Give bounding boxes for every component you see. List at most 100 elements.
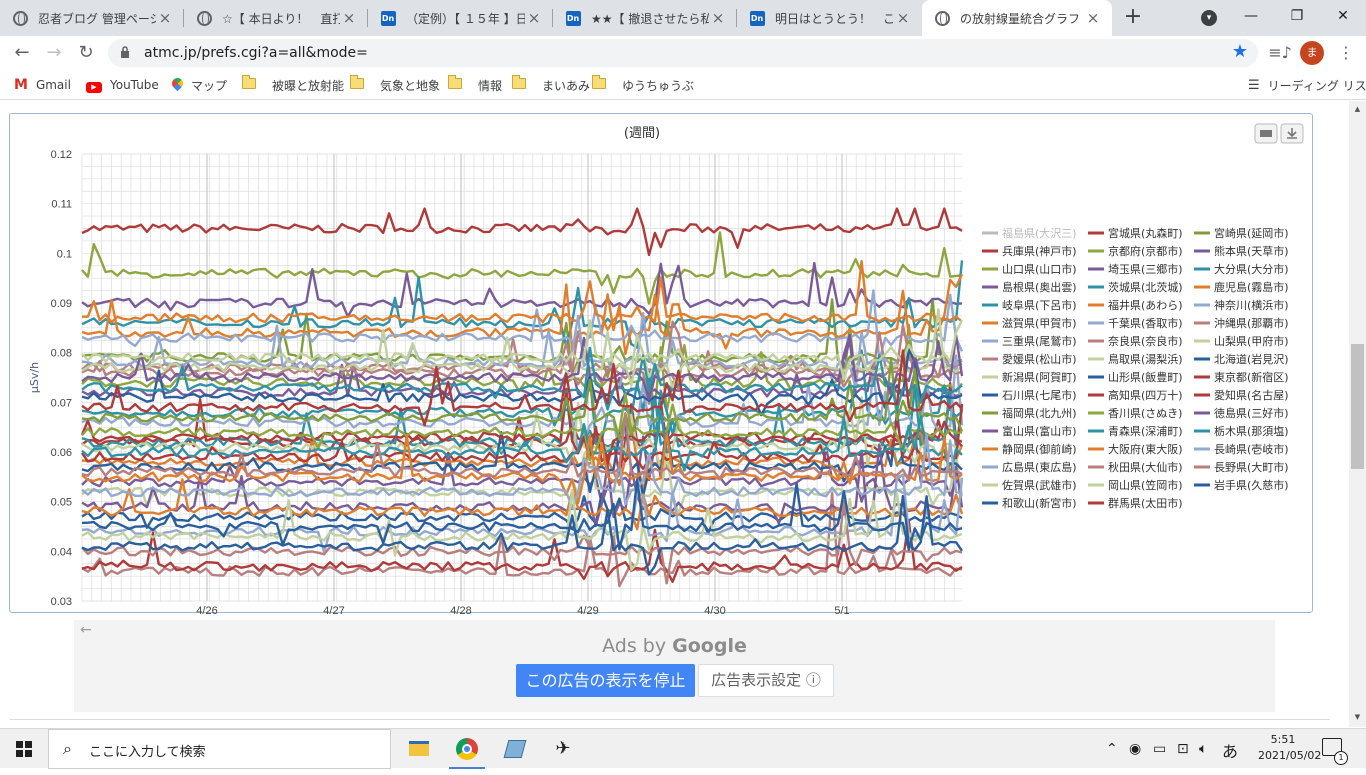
- legend-item[interactable]: 大分県(大分市): [1214, 262, 1289, 276]
- legend-item[interactable]: 香川県(さぬき): [1108, 407, 1182, 420]
- legend-item[interactable]: 和歌山(新宮市): [1002, 496, 1077, 510]
- tab-search-button[interactable]: ▾: [1186, 0, 1232, 32]
- legend-item[interactable]: 鳥取県(湯梨浜): [1108, 352, 1183, 366]
- clock[interactable]: 5:51 2021/05/02: [1258, 732, 1321, 764]
- back-button[interactable]: ←: [8, 39, 36, 67]
- address-bar[interactable]: atmc.jp/prefs.cgi?a=all&mode= ★: [108, 39, 1258, 67]
- legend-item[interactable]: 新潟県(阿賀町): [1002, 370, 1077, 384]
- restore-button[interactable]: ❐: [1274, 0, 1320, 32]
- bookmark-item[interactable]: M Gmail: [14, 76, 71, 94]
- legend-item[interactable]: 福島県(大沢三): [1002, 226, 1077, 240]
- legend-item[interactable]: 茨城県(北茨城): [1108, 280, 1183, 294]
- legend-item[interactable]: 岩手県(久慈市): [1214, 478, 1289, 492]
- close-tab-icon[interactable]: ×: [709, 9, 727, 27]
- legend-item[interactable]: 愛媛県(松山市): [1002, 352, 1077, 366]
- legend-item[interactable]: 青森県(深浦町): [1108, 424, 1183, 438]
- legend-item[interactable]: 広島県(東広島): [1002, 460, 1077, 474]
- legend-item[interactable]: 鹿児島(霧島市): [1214, 280, 1289, 294]
- reading-list-button[interactable]: ☰ リーディング リスト: [1248, 76, 1366, 94]
- legend-item[interactable]: 三重県(尾鷲市): [1002, 334, 1077, 348]
- legend-item[interactable]: 神奈川(横浜市): [1214, 298, 1289, 312]
- legend-item[interactable]: 高知県(四万十): [1108, 388, 1183, 402]
- legend-item[interactable]: 栃木県(那須塩): [1214, 424, 1289, 438]
- new-tab-button[interactable]: +: [1119, 4, 1147, 32]
- network-icon[interactable]: ⊡: [1177, 741, 1189, 757]
- legend-item[interactable]: 佐賀県(武雄市): [1002, 478, 1077, 492]
- legend-item[interactable]: 長崎県(壱岐市): [1214, 442, 1289, 456]
- legend-item[interactable]: 東京都(新宿区): [1214, 370, 1289, 384]
- browser-tab[interactable]: ☆【 本日より！ 直打ち×: [184, 0, 368, 36]
- legend-item[interactable]: 長野県(大町市): [1214, 460, 1289, 474]
- browser-tab[interactable]: Dn 明日はとうとう！ この際×: [737, 0, 922, 36]
- legend-item[interactable]: 熊本県(天草市): [1214, 244, 1289, 258]
- airplane-app-icon[interactable]: ✈: [539, 729, 587, 769]
- legend-item[interactable]: 宮崎県(延岡市): [1214, 226, 1289, 240]
- scroll-down-arrow-icon[interactable]: ▼: [1353, 713, 1362, 721]
- bookmark-item[interactable]: ▶ YouTube: [86, 76, 159, 94]
- profile-avatar[interactable]: ま: [1300, 41, 1324, 65]
- legend-item[interactable]: 大阪府(東大阪): [1108, 442, 1183, 456]
- close-window-button[interactable]: ✕: [1320, 0, 1366, 32]
- bookmark-item[interactable]: マップ: [169, 75, 227, 94]
- ad-settings-button[interactable]: 広告表示設定 ⓘ: [698, 664, 834, 697]
- bookmark-item[interactable]: まいあみ: [510, 75, 590, 94]
- chrome-taskbar-icon[interactable]: [443, 729, 491, 769]
- scroll-up-arrow-icon[interactable]: ▲: [1353, 105, 1362, 113]
- close-tab-icon[interactable]: ×: [1084, 9, 1102, 27]
- legend-item[interactable]: 兵庫県(神戸市): [1002, 244, 1077, 258]
- tray-overflow-icon[interactable]: ⌃: [1106, 741, 1118, 757]
- close-tab-icon[interactable]: ×: [525, 9, 543, 27]
- legend-item[interactable]: 山形県(飯豊町): [1108, 370, 1183, 384]
- legend-item[interactable]: 京都府(京都市): [1108, 244, 1183, 258]
- legend-item[interactable]: 岐阜県(下呂市): [1002, 298, 1077, 312]
- close-tab-icon[interactable]: ×: [894, 9, 912, 27]
- page-scrollbar[interactable]: ▲ ▼: [1349, 101, 1366, 727]
- bookmark-item[interactable]: ゆうちゅうぶ: [590, 75, 694, 94]
- legend-item[interactable]: 徳島県(三好市): [1214, 406, 1289, 420]
- legend-item[interactable]: 千葉県(香取市): [1108, 316, 1183, 330]
- legend-item[interactable]: 秋田県(大仙市): [1108, 460, 1183, 474]
- legend-item[interactable]: 島根県(奥出雲): [1002, 280, 1077, 294]
- legend-item[interactable]: 奈良県(奈良市): [1108, 334, 1183, 348]
- close-tab-icon[interactable]: ×: [340, 9, 358, 27]
- legend-item[interactable]: 滋賀県(甲賀市): [1002, 316, 1077, 330]
- scroll-thumb[interactable]: [1351, 344, 1364, 469]
- legend-item[interactable]: 群馬県(太田市): [1108, 496, 1183, 510]
- start-button[interactable]: [0, 729, 48, 769]
- legend-item[interactable]: 岡山県(笠岡市): [1108, 478, 1183, 492]
- media-control-icon[interactable]: ≡♪: [1266, 39, 1294, 67]
- bookmark-item[interactable]: 気象と地象: [348, 75, 440, 94]
- file-explorer-icon[interactable]: [395, 729, 443, 769]
- legend-item[interactable]: 北海道(岩見沢): [1214, 352, 1289, 366]
- browser-tab[interactable]: 忍者ブログ 管理ページ -×: [0, 0, 184, 36]
- camera-tray-icon[interactable]: ◉: [1129, 741, 1141, 757]
- browser-tab[interactable]: Dn （定例）【 １５年 】日 ×: [368, 0, 553, 36]
- legend-item[interactable]: 宮城県(丸森町): [1108, 226, 1183, 240]
- ime-indicator[interactable]: あ: [1222, 738, 1238, 762]
- browser-tab[interactable]: Dn ★★【 撤退させたら私の×: [553, 0, 737, 36]
- legend-item[interactable]: 富山県(富山市): [1002, 424, 1077, 438]
- battery-icon[interactable]: ▭: [1153, 741, 1166, 757]
- legend-item[interactable]: 愛知県(名古屋): [1214, 388, 1289, 402]
- taskbar-search[interactable]: ⌕ ここに入力して検索: [48, 729, 391, 769]
- legend-item[interactable]: 石川県(七尾市): [1002, 388, 1077, 402]
- forward-button[interactable]: →: [40, 39, 68, 67]
- legend-item[interactable]: 福岡県(北九州): [1002, 406, 1077, 420]
- volume-icon[interactable]: 🔈︎: [1199, 741, 1207, 757]
- bookmark-item[interactable]: 被曝と放射能: [240, 75, 344, 94]
- minimize-button[interactable]: —: [1228, 0, 1274, 32]
- bookmark-item[interactable]: 情報: [446, 75, 502, 94]
- reload-button[interactable]: ↻: [72, 39, 100, 67]
- close-tab-icon[interactable]: ×: [156, 9, 174, 27]
- legend-item[interactable]: 山梨県(甲府市): [1214, 334, 1289, 348]
- legend-item[interactable]: 沖縄県(那覇市): [1214, 316, 1289, 330]
- legend-item[interactable]: 福井県(あわら): [1108, 298, 1183, 312]
- menu-kebab-icon[interactable]: ⋮: [1332, 39, 1360, 67]
- bookmark-star-icon[interactable]: ★: [1232, 41, 1248, 62]
- legend-item[interactable]: 埼玉県(三郷市): [1108, 262, 1183, 276]
- stop-ad-button[interactable]: この広告の表示を停止: [516, 664, 695, 697]
- notebook-app-icon[interactable]: [491, 729, 539, 769]
- url-text[interactable]: atmc.jp/prefs.cgi?a=all&mode=: [144, 45, 368, 61]
- legend-item[interactable]: 山口県(山口市): [1002, 262, 1077, 276]
- legend-item[interactable]: 静岡県(御前崎): [1002, 442, 1077, 456]
